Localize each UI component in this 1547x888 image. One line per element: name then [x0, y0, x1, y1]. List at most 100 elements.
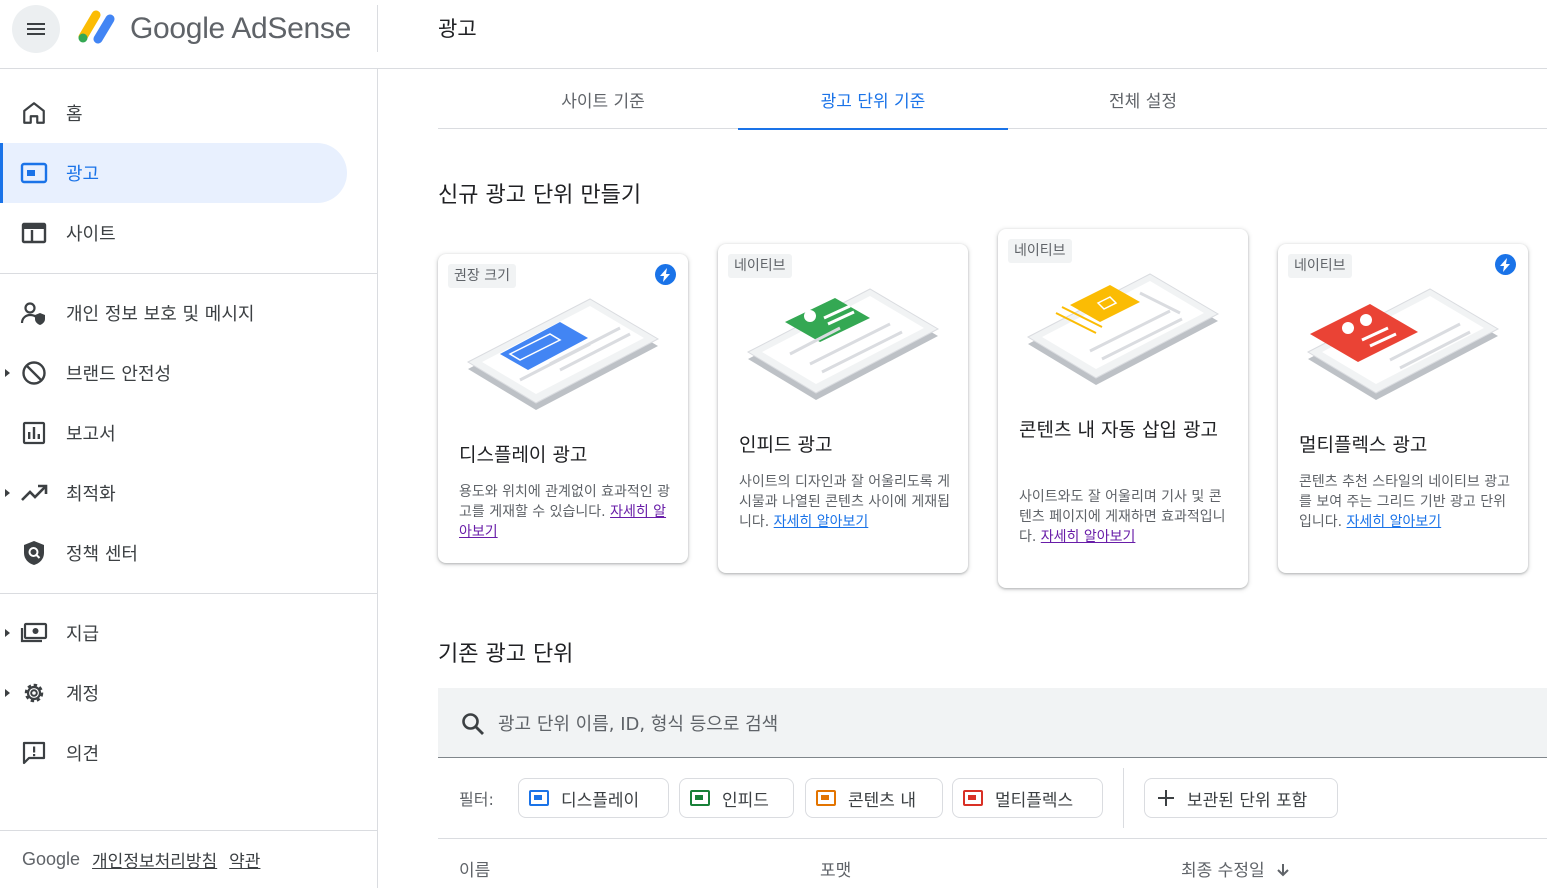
- terms-link[interactable]: 약관: [229, 847, 260, 872]
- plus-icon: [1158, 790, 1174, 806]
- sidebar-item-label: 최적화: [66, 484, 116, 505]
- sidebar-item-feedback[interactable]: 의견: [0, 723, 347, 783]
- sidebar-item-account[interactable]: 계정: [0, 663, 347, 723]
- hamburger-icon: [27, 23, 45, 35]
- filter-chip-multiplex[interactable]: 멀티플렉스: [952, 778, 1103, 818]
- phone-illustration-icon: [746, 288, 940, 400]
- chip-label: 멀티플렉스: [995, 790, 1074, 811]
- sidebar-item-reports[interactable]: 보고서: [0, 403, 347, 463]
- bolt-icon: [655, 264, 676, 285]
- card-title: 인피드 광고: [739, 434, 833, 456]
- include-archived-chip[interactable]: 보관된 단위 포함: [1144, 778, 1338, 818]
- header-divider: [377, 5, 378, 52]
- sidebar-item-payments[interactable]: 지급: [0, 603, 347, 663]
- page-title: 광고: [438, 17, 477, 41]
- column-header-last-modified[interactable]: 최종 수정일: [1181, 856, 1290, 881]
- feedback-icon: [20, 739, 48, 767]
- expand-caret-icon: [5, 489, 10, 497]
- sidebar-item-label: 홈: [66, 104, 83, 125]
- sidebar-item-policy-center[interactable]: 정책 센터: [0, 523, 347, 583]
- sidebar-footer: Google 개인정보처리방침 약관: [22, 847, 260, 872]
- payments-icon: [20, 619, 48, 647]
- sidebar-item-label: 의견: [66, 744, 100, 765]
- google-wordmark: Google: [22, 849, 81, 869]
- column-header-label: 최종 수정일: [1181, 861, 1265, 881]
- card-title: 디스플레이 광고: [459, 444, 588, 466]
- expand-caret-icon: [5, 629, 10, 637]
- filter-divider: [1123, 768, 1124, 828]
- card-description: 사이트와도 잘 어울리며 기사 및 콘텐츠 페이지에 게재하면 효과적입니다. …: [1019, 489, 1226, 545]
- menu-button[interactable]: [12, 5, 60, 53]
- ads-icon: [20, 159, 48, 187]
- top-app-bar: Google AdSense 광고: [0, 0, 1547, 69]
- home-icon: [20, 99, 48, 127]
- sidebar-item-sites[interactable]: 사이트: [0, 203, 347, 263]
- table-divider: [438, 838, 1547, 839]
- sidebar-item-label: 지급: [66, 624, 100, 645]
- sidebar-item-optimization[interactable]: 최적화: [0, 463, 347, 523]
- sidebar-item-label: 계정: [66, 684, 100, 705]
- adsense-logo-icon: [78, 10, 115, 44]
- in-feed-format-icon: [690, 790, 710, 806]
- in-feed-ad-card[interactable]: 네이티브 인피드 광고 사이트의 디자인과 잘 어울리도록 게시물과 나열된 콘…: [718, 244, 968, 573]
- reports-icon: [20, 419, 48, 447]
- filter-chip-in-feed[interactable]: 인피드: [679, 778, 794, 818]
- chip-label: 콘텐츠 내: [848, 790, 916, 811]
- display-format-icon: [529, 790, 549, 806]
- search-input[interactable]: 광고 단위 이름, ID, 형식 등으로 검색: [498, 710, 778, 736]
- sidebar-divider: [0, 273, 377, 274]
- sidebar-item-label: 개인 정보 보호 및 메시지: [66, 304, 255, 325]
- column-header-name[interactable]: 이름: [459, 856, 490, 881]
- sidebar-item-label: 사이트: [66, 224, 116, 245]
- card-description: 콘텐츠 추천 스타일의 네이티브 광고를 보여 주는 그리드 기반 광고 단위입…: [1299, 474, 1510, 530]
- card-title: 멀티플렉스 광고: [1299, 434, 1428, 456]
- tab-global-settings[interactable]: 전체 설정: [1008, 69, 1278, 129]
- multiplex-format-icon: [963, 790, 983, 806]
- filter-chip-in-article[interactable]: 콘텐츠 내: [805, 778, 943, 818]
- multiplex-ad-card[interactable]: 네이티브 멀티플렉스 광고 콘텐츠 추천 스타일의 네이티브 광고를 보여 주는…: [1278, 244, 1528, 573]
- section-title-existing-units: 기존 광고 단위: [438, 642, 574, 667]
- privacy-icon: [20, 299, 48, 327]
- chip-label: 보관된 단위 포함: [1187, 790, 1308, 811]
- chip-label: 디스플레이: [561, 790, 640, 811]
- trending-up-icon: [20, 479, 48, 507]
- sidebar-item-home[interactable]: 홈: [0, 83, 347, 143]
- sidebar-item-ads[interactable]: 광고: [0, 143, 347, 203]
- filter-chip-display[interactable]: 디스플레이: [518, 778, 669, 818]
- learn-more-link[interactable]: 자세히 알아보기: [774, 514, 869, 530]
- phone-illustration-icon: [466, 298, 660, 410]
- privacy-policy-link[interactable]: 개인정보처리방침: [92, 847, 217, 872]
- filter-label: 필터:: [459, 790, 494, 809]
- in-article-format-icon: [816, 790, 836, 806]
- gear-icon: [20, 679, 48, 707]
- ad-unit-search-bar[interactable]: 광고 단위 이름, ID, 형식 등으로 검색: [438, 688, 1547, 758]
- card-description: 사이트의 디자인과 잘 어울리도록 게시물과 나열된 콘텐츠 사이에 게재됩니다…: [739, 474, 950, 530]
- sidebar-item-label: 광고: [66, 164, 100, 185]
- card-tag: 네이티브: [728, 254, 792, 278]
- sidebar: 홈 광고 사이트 개인 정보 보호 및 메시지 브랜드 안전성 보고서 최적화 …: [0, 69, 378, 888]
- chip-label: 인피드: [722, 790, 769, 811]
- learn-more-link[interactable]: 자세히 알아보기: [1041, 529, 1136, 545]
- policy-icon: [20, 539, 48, 567]
- arrow-down-icon: [1277, 864, 1289, 877]
- sites-icon: [20, 219, 48, 247]
- card-tag: 권장 크기: [448, 264, 516, 288]
- column-header-format[interactable]: 포맷: [820, 856, 851, 881]
- sidebar-divider: [0, 830, 377, 831]
- sidebar-item-label: 정책 센터: [66, 544, 138, 565]
- display-ad-card[interactable]: 권장 크기 디스플레이 광고 용도와 위치에 관계없이 효과적인 광고를 게재할…: [438, 254, 688, 563]
- sidebar-item-privacy[interactable]: 개인 정보 보호 및 메시지: [0, 283, 347, 343]
- brand-name[interactable]: Google AdSense: [130, 12, 351, 46]
- card-description: 용도와 위치에 관계없이 효과적인 광고를 게재할 수 있습니다. 자세히 알아…: [459, 484, 670, 540]
- tab-bar: 사이트 기준 광고 단위 기준 전체 설정: [438, 69, 1547, 130]
- sidebar-item-brand-safety[interactable]: 브랜드 안전성: [0, 343, 347, 403]
- tab-by-ad-unit[interactable]: 광고 단위 기준: [738, 69, 1008, 130]
- card-tag: 네이티브: [1288, 254, 1352, 278]
- phone-illustration-icon: [1306, 288, 1500, 400]
- tab-by-site[interactable]: 사이트 기준: [468, 69, 738, 129]
- section-title-new-units: 신규 광고 단위 만들기: [438, 183, 642, 208]
- block-icon: [20, 359, 48, 387]
- learn-more-link[interactable]: 자세히 알아보기: [1347, 514, 1442, 530]
- in-article-ad-card[interactable]: 네이티브 콘텐츠 내 자동 삽입 광고 사이트와도 잘 어울리며 기사 및 콘텐…: [998, 229, 1248, 588]
- search-icon: [462, 713, 484, 735]
